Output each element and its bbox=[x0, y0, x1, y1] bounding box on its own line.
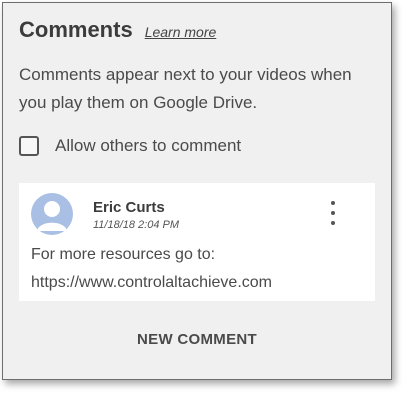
comments-panel: Comments Learn more Comments appear next… bbox=[2, 2, 392, 380]
comment-link[interactable]: https://www.controlaltachieve.com bbox=[31, 269, 367, 297]
comments-description: Comments appear next to your videos when… bbox=[19, 65, 352, 112]
learn-more-link[interactable]: Learn more bbox=[145, 24, 217, 40]
comment-author: Eric Curts bbox=[93, 199, 165, 216]
comment-timestamp: 11/18/18 2:04 PM bbox=[93, 219, 180, 231]
comment-body: For more resources go to: https://www.co… bbox=[31, 241, 367, 297]
new-comment-button[interactable]: NEW COMMENT bbox=[3, 331, 391, 348]
comment-body-line: For more resources go to: bbox=[31, 246, 216, 263]
comment-card: Eric Curts 11/18/18 2:04 PM For more res… bbox=[19, 183, 375, 301]
user-avatar-icon bbox=[31, 193, 73, 235]
more-vert-icon[interactable] bbox=[323, 201, 343, 225]
allow-comments-checkbox[interactable] bbox=[19, 136, 39, 156]
panel-title: Comments bbox=[19, 17, 133, 42]
allow-comments-label[interactable]: Allow others to comment bbox=[55, 136, 241, 156]
allow-comments-toggle[interactable]: Allow others to comment bbox=[19, 136, 241, 156]
panel-header: Comments Learn more bbox=[19, 17, 216, 43]
